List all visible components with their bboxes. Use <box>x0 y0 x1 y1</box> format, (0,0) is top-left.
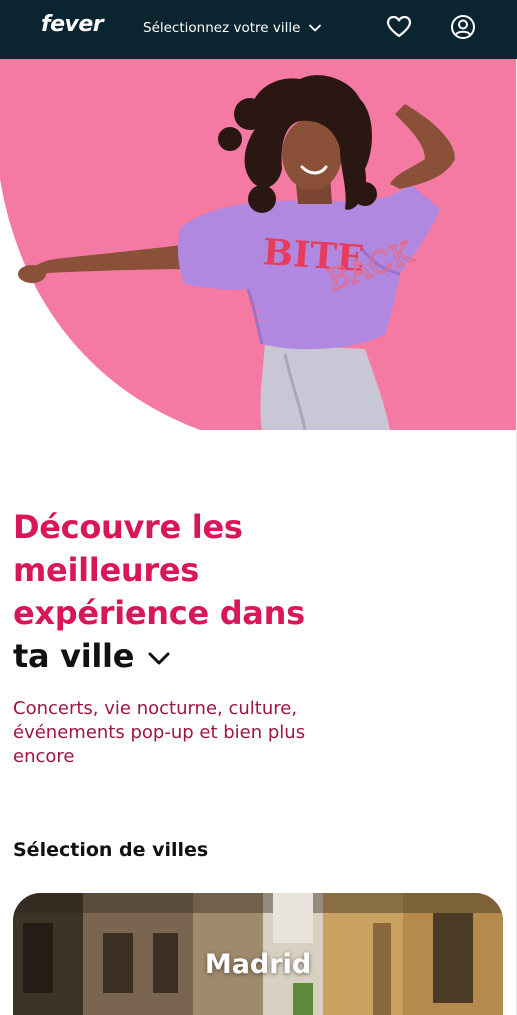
user-circle-icon[interactable] <box>450 14 476 40</box>
city-selector-label: Sélectionnez votre ville <box>143 20 301 36</box>
headline-city-label: ta ville <box>13 637 135 675</box>
headline-city-selector[interactable]: ta ville <box>13 635 413 678</box>
hero-subtitle: Concerts, vie nocturne, culture, événeme… <box>13 698 306 767</box>
fever-logo[interactable]: fever <box>41 12 104 37</box>
chevron-down-icon <box>148 652 170 664</box>
top-header: fever Sélectionnez votre ville <box>0 0 517 59</box>
hero-headline: Découvre les meilleures expérience dans … <box>13 506 413 678</box>
city-selector[interactable]: Sélectionnez votre ville <box>143 18 322 38</box>
city-card-madrid[interactable]: Madrid <box>13 893 503 1015</box>
cities-section-title: Sélection de villes <box>13 839 209 861</box>
headline-line-2: meilleures <box>13 551 199 589</box>
headline-line-3: expérience dans <box>13 594 305 632</box>
heart-icon[interactable] <box>386 14 412 40</box>
chevron-down-icon <box>309 24 322 32</box>
hero-image: BITE BACK <box>0 59 517 430</box>
city-card-name: Madrid <box>204 949 312 980</box>
headline-line-1: Découvre les <box>13 508 243 546</box>
hero-banner: BITE BACK <box>0 59 517 430</box>
